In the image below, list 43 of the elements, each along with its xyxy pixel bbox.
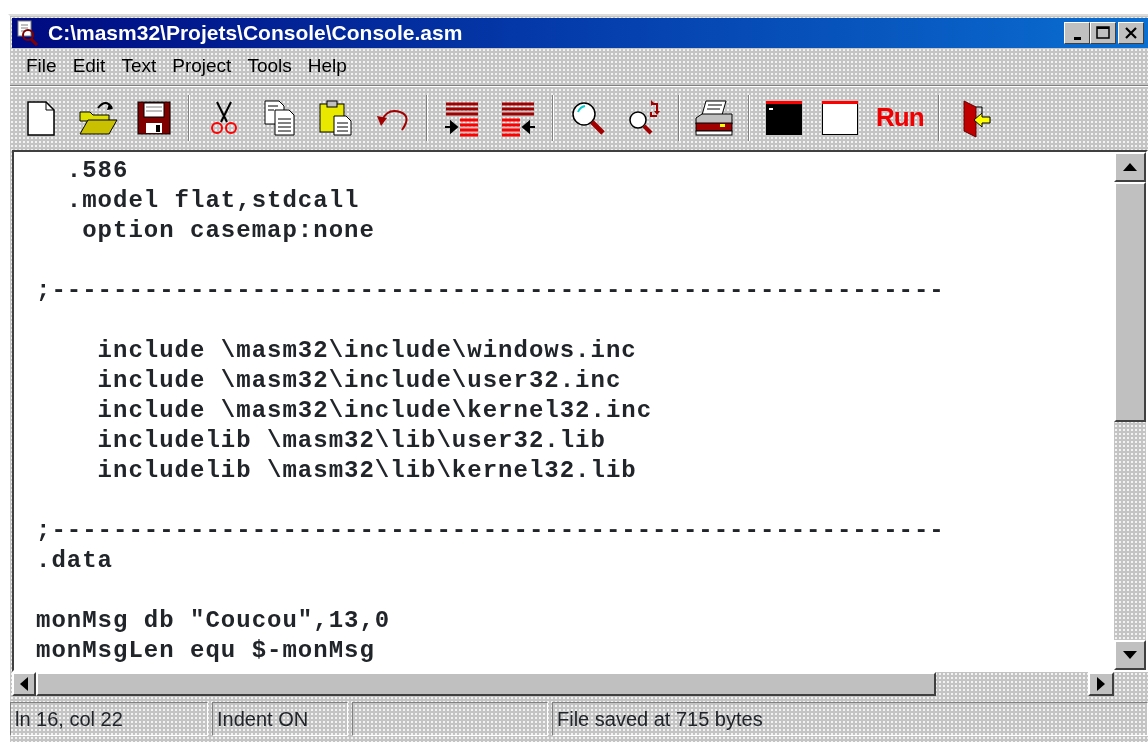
maximize-button[interactable] <box>1090 22 1116 44</box>
code-line: includelib \masm32\lib\user32.lib <box>96 427 606 454</box>
code-line: ;---------------------------------------------------------- <box>36 277 945 304</box>
maximize-icon <box>1095 25 1111 41</box>
code-line: include \masm32\include\user32.inc <box>96 367 622 394</box>
menu-item[interactable]: Help <box>299 52 355 81</box>
printer-icon[interactable] <box>694 97 734 138</box>
horizontal-scroll-thumb[interactable] <box>36 672 936 696</box>
code-line: includelib \masm32\lib\kernel32.lib <box>96 457 637 484</box>
code-line: option casemap:none <box>81 217 375 244</box>
scroll-left-button[interactable] <box>12 672 36 696</box>
vertical-scrollbar[interactable] <box>1114 152 1146 670</box>
close-icon <box>1123 25 1139 41</box>
code-line: .model flat,stdcall <box>65 187 360 214</box>
code-line: .586 <box>65 157 129 184</box>
scroll-up-button[interactable] <box>1114 152 1146 182</box>
menu-item[interactable]: Text <box>113 52 165 81</box>
code-line: ;---------------------------------------------------------- <box>36 517 945 544</box>
scroll-down-button[interactable] <box>1114 640 1146 670</box>
code-line: monMsg db "Coucou",13,0 <box>36 607 391 634</box>
window-title: C:\masm32\Projets\Console\Console.asm <box>48 20 464 47</box>
menu-item[interactable]: Edit <box>64 52 114 81</box>
scroll-right-button[interactable] <box>1088 672 1114 696</box>
code-editor[interactable] <box>14 152 1114 670</box>
status-text: Indent ON <box>212 702 348 736</box>
menu-item[interactable]: File <box>18 52 65 81</box>
menu-item[interactable]: Project <box>164 52 240 81</box>
code-line: .data <box>36 547 113 574</box>
minimize-icon <box>1073 36 1081 40</box>
menu-item[interactable]: Tools <box>239 52 300 81</box>
status-text: File saved at 715 bytes <box>552 702 1148 736</box>
left-triangle-icon <box>20 677 28 691</box>
minimize-button[interactable] <box>1064 22 1090 44</box>
right-triangle-icon <box>1097 677 1105 691</box>
app-icon <box>16 20 40 46</box>
code-line: monMsgLen equ $-monMsg <box>36 637 375 664</box>
scroll-thumb[interactable] <box>1114 182 1146 422</box>
code-line: include \masm32\include\windows.inc <box>96 337 637 364</box>
down-triangle-icon <box>1123 651 1137 659</box>
code-line: include \masm32\include\kernel32.inc <box>96 397 653 424</box>
close-button[interactable] <box>1118 22 1144 44</box>
status-text: ln 16, col 22 <box>10 702 208 736</box>
up-triangle-icon <box>1123 163 1137 171</box>
